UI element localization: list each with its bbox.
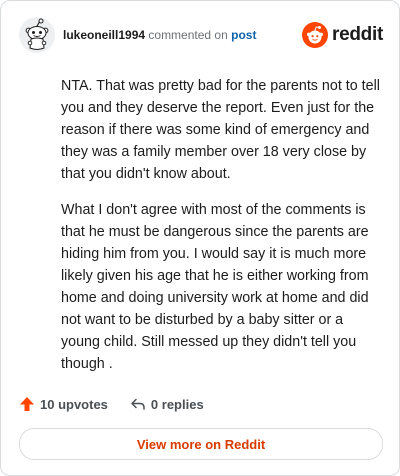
comment-body: NTA. That was pretty bad for the parents… [61, 75, 383, 389]
reply-count: 0 replies [150, 396, 204, 412]
comment-paragraph: What I don't agree with most of the comm… [61, 202, 369, 372]
comment-byline: lukeoneill1994 commented on post [63, 27, 256, 43]
comment-embed-card: lukeoneill1994 commented on post reddit [0, 0, 400, 476]
reddit-brand-link[interactable]: reddit [302, 20, 383, 50]
comment-actions: 10 upvotes 0 replies [19, 394, 226, 414]
brand-name: reddit [332, 24, 383, 45]
action-text: commented on [148, 28, 228, 42]
reply-arrow-icon [131, 398, 145, 410]
upvote-count: 10 upvotes [40, 396, 108, 412]
upvote-arrow-icon [20, 397, 34, 411]
comment-paragraph: NTA. That was pretty bad for the parents… [61, 78, 380, 182]
username-link[interactable]: lukeoneill1994 [63, 28, 145, 42]
reddit-logo-icon [302, 22, 329, 48]
view-more-button[interactable]: View more on Reddit [19, 428, 383, 460]
upvote-button[interactable]: 10 upvotes [19, 396, 108, 412]
snoo-avatar-icon[interactable] [19, 17, 55, 53]
post-link[interactable]: post [231, 28, 256, 42]
reply-button[interactable]: 0 replies [130, 396, 204, 412]
comment-header: lukeoneill1994 commented on post reddit [19, 17, 383, 53]
